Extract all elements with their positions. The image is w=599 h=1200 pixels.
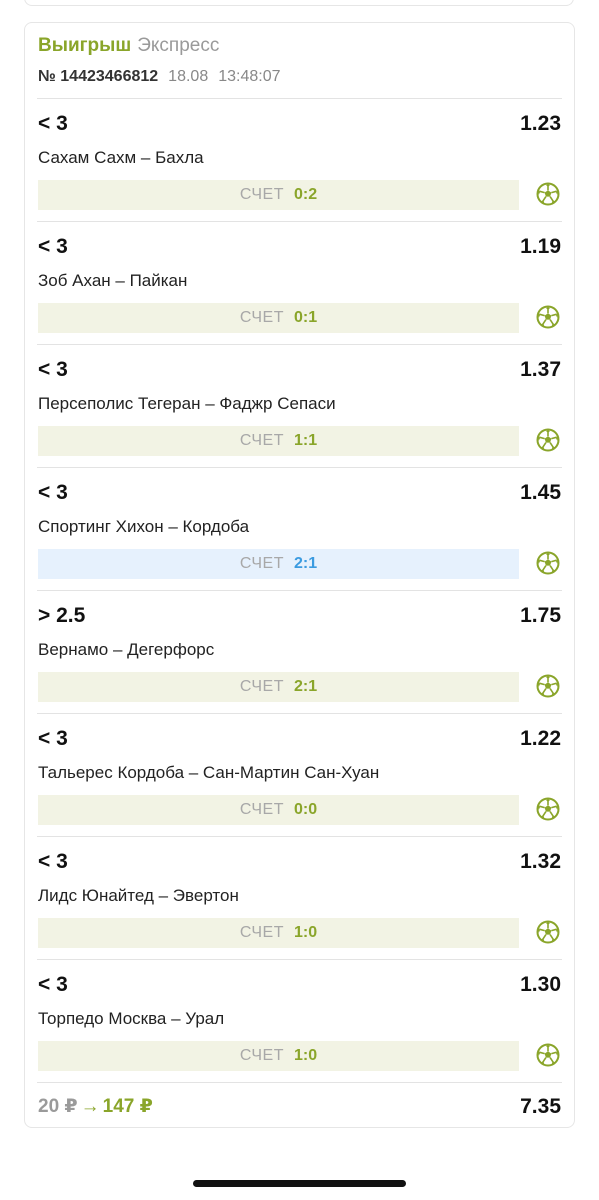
score-bar: СЧЕТ 2:1 [38,549,519,579]
score-label: СЧЕТ [239,678,284,695]
bet-date: 18.08 [168,68,209,85]
bet-odds: 1.32 [520,850,561,873]
bet-row[interactable]: < 3 1.37 Персеполис Тегеран – Фаджр Сепа… [37,344,562,467]
soccer-ball-icon [536,797,560,821]
bet-type-label: Экспресс [137,35,220,56]
bet-meta: № 14423466812 18.08 13:48:07 [38,67,561,87]
bet-header: Выигрыш Экспресс № 14423466812 18.08 13:48:… [38,35,561,87]
bet-match: Тальерес Кордоба – Сан-Мартин Сан-Хуан [38,763,380,782]
score-label: СЧЕТ [239,432,284,449]
bet-row[interactable]: < 3 1.22 Тальерес Кордоба – Сан-Мартин С… [37,713,562,836]
bet-row[interactable]: > 2.5 1.75 Вернамо – Дегерфорс СЧЕТ 2:1 [37,590,562,713]
score-bar: СЧЕТ 2:1 [38,672,519,702]
bet-match: Спортинг Хихон – Кордоба [38,517,250,536]
score-label: СЧЕТ [239,555,284,572]
bet-match: Лидс Юнайтед – Эвертон [38,886,239,905]
soccer-ball-icon [536,551,560,575]
score-value: 0:1 [294,309,318,326]
bet-row[interactable]: < 3 1.30 Торпедо Москва – Урал СЧЕТ 1:0 [37,959,562,1082]
score-value: 1:0 [294,924,318,941]
score-value: 1:1 [294,432,318,449]
bet-summary: 20 ₽ → 147 ₽ 7.35 [37,1082,562,1129]
bet-outcome: < 3 [38,973,68,996]
bet-odds: 1.22 [520,727,561,750]
bet-number: № 14423466812 [38,68,159,85]
soccer-ball-icon [536,428,560,452]
bet-outcome: < 3 [38,112,68,135]
stake-amount: 20 ₽ [38,1096,78,1117]
score-bar: СЧЕТ 1:1 [38,426,519,456]
score-value: 2:1 [294,555,318,572]
bet-outcome: < 3 [38,850,68,873]
bet-outcome: > 2.5 [38,604,86,627]
arrow-right-icon: → [80,1096,100,1117]
bet-odds: 1.75 [520,604,561,627]
score-bar: СЧЕТ 0:1 [38,303,519,333]
bet-time: 13:48:07 [218,68,281,85]
bet-outcome: < 3 [38,481,68,504]
bet-odds: 1.23 [520,112,561,135]
bet-status: Выигрыш Экспресс [38,35,561,57]
score-bar: СЧЕТ 1:0 [38,1041,519,1071]
bet-odds: 1.19 [520,235,561,258]
score-label: СЧЕТ [239,801,284,818]
bet-row[interactable]: < 3 1.45 Спортинг Хихон – Кордоба СЧЕТ 2… [37,467,562,590]
bet-match: Зоб Ахан – Пайкан [38,271,188,290]
score-label: СЧЕТ [239,186,284,203]
score-value: 1:0 [294,1047,318,1064]
bet-match: Персеполис Тегеран – Фаджр Сепаси [38,394,336,413]
bet-match: Сахам Сахм – Бахла [38,148,204,167]
bet-row[interactable]: < 3 1.19 Зоб Ахан – Пайкан СЧЕТ 0:1 [37,221,562,344]
stake-payout: 20 ₽ → 147 ₽ [38,1095,153,1119]
score-bar: СЧЕТ 1:0 [38,918,519,948]
score-value: 0:2 [294,186,318,203]
bet-match: Вернамо – Дегерфорс [38,640,215,659]
bet-match: Торпедо Москва – Урал [38,1009,225,1028]
score-bar: СЧЕТ 0:2 [38,180,519,210]
total-odds: 7.35 [520,1095,561,1118]
soccer-ball-icon [536,920,560,944]
bet-row[interactable]: < 3 1.23 Сахам Сахм – Бахла СЧЕТ 0:2 [37,98,562,221]
score-value: 0:0 [294,801,318,818]
previous-card-edge [24,0,574,6]
bet-odds: 1.37 [520,358,561,381]
bet-odds: 1.45 [520,481,561,504]
bet-row[interactable]: < 3 1.32 Лидс Юнайтед – Эвертон СЧЕТ 1:0 [37,836,562,959]
bet-list: < 3 1.23 Сахам Сахм – Бахла СЧЕТ 0:2 < 3… [37,98,562,1082]
bet-card[interactable]: Выигрыш Экспресс № 14423466812 18.08 13:48:… [24,22,575,1128]
home-indicator[interactable] [193,1180,406,1187]
soccer-ball-icon [536,1043,560,1067]
score-label: СЧЕТ [239,1047,284,1064]
payout-amount: 147 ₽ [102,1096,153,1117]
score-label: СЧЕТ [239,309,284,326]
bet-odds: 1.30 [520,973,561,996]
score-bar: СЧЕТ 0:0 [38,795,519,825]
bet-outcome: < 3 [38,235,68,258]
bet-status-label: Выигрыш [38,35,132,56]
soccer-ball-icon [536,182,560,206]
bet-outcome: < 3 [38,727,68,750]
bet-outcome: < 3 [38,358,68,381]
score-label: СЧЕТ [239,924,284,941]
soccer-ball-icon [536,305,560,329]
score-value: 2:1 [294,678,318,695]
soccer-ball-icon [536,674,560,698]
